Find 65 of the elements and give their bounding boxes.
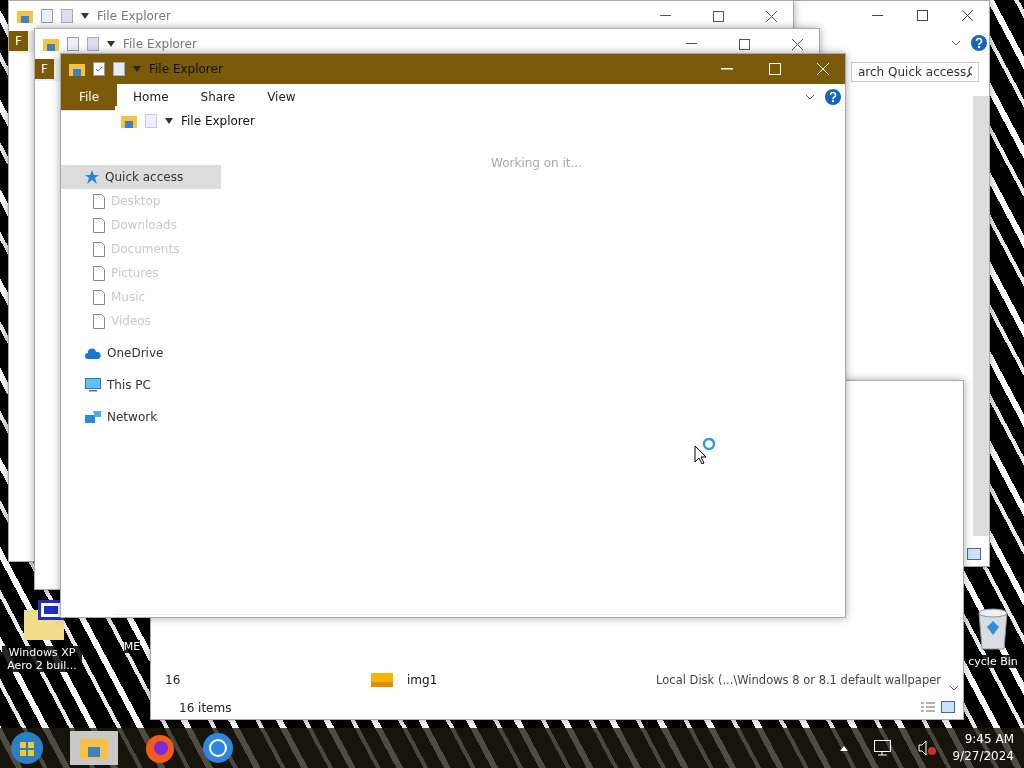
network-icon <box>85 410 101 424</box>
chevron-down-icon[interactable] <box>805 94 815 100</box>
minimize-icon[interactable] <box>686 43 697 45</box>
close-icon[interactable] <box>792 38 803 50</box>
maximize-icon[interactable] <box>917 10 928 21</box>
nav-item[interactable]: This PC <box>61 373 221 397</box>
maximize-icon[interactable] <box>713 10 724 22</box>
item-count-text: 16 <box>165 673 181 687</box>
nav-item[interactable]: Network <box>61 405 221 429</box>
ribbon-tab[interactable]: F <box>9 31 28 51</box>
file-name[interactable]: img1 <box>407 673 438 687</box>
page-icon <box>93 265 105 281</box>
browser-icon[interactable] <box>202 732 234 764</box>
folder-icon <box>121 114 137 128</box>
image-file-icon <box>371 673 393 687</box>
window-title: File Explorer <box>149 62 223 76</box>
clock-time[interactable]: 9:45 AM <box>964 731 1014 748</box>
clock-date[interactable]: 9/27/2024 <box>952 748 1014 765</box>
status-text: 16 items <box>179 701 232 715</box>
page-icon <box>93 289 105 305</box>
scrollbar[interactable] <box>973 96 989 536</box>
folder-icon <box>69 62 85 76</box>
window-title: File Explorer <box>123 37 197 51</box>
nav-item[interactable]: OneDrive <box>61 341 221 365</box>
ribbon-tab[interactable]: F <box>35 59 54 79</box>
page-icon <box>93 217 105 233</box>
page-icon <box>93 193 105 209</box>
help-icon[interactable] <box>825 89 841 105</box>
folder-icon <box>43 37 59 51</box>
thumbnails-view-icon[interactable] <box>967 548 981 560</box>
nav-item[interactable]: Quick access <box>61 165 221 189</box>
status-text: Working on it... <box>491 156 582 170</box>
minimize-icon[interactable] <box>660 15 671 17</box>
desktop-icon-label[interactable]: Windows XP Aero 2 buil... <box>2 646 82 672</box>
close-icon[interactable] <box>962 10 973 21</box>
maximize-icon[interactable] <box>739 38 750 50</box>
speaker-muted-icon[interactable] <box>918 740 937 756</box>
window-title: File Explorer <box>97 9 171 23</box>
thumbnails-view-icon[interactable] <box>941 701 955 713</box>
caret-up-icon[interactable] <box>840 745 849 751</box>
network-icon[interactable] <box>874 740 893 756</box>
page-icon <box>93 241 105 257</box>
star-icon <box>85 170 99 184</box>
monitor-icon <box>85 378 101 392</box>
help-icon[interactable] <box>971 35 987 51</box>
ribbon-tab[interactable]: File <box>61 84 118 110</box>
desktop-icon-label[interactable]: ME <box>123 640 141 653</box>
file-location: Local Disk (...\Windows 8 or 8.1 default wallpaper <box>656 673 941 687</box>
folder-icon <box>17 9 33 23</box>
page-icon <box>93 313 105 329</box>
dropdown-icon[interactable] <box>107 41 115 47</box>
start-button-icon[interactable] <box>10 731 44 765</box>
dropdown-icon[interactable] <box>165 118 173 124</box>
chevron-down-icon[interactable] <box>951 40 961 46</box>
folder-icon[interactable] <box>70 731 118 765</box>
minimize-icon[interactable] <box>872 14 883 17</box>
search-icon <box>966 66 972 78</box>
dropdown-icon[interactable] <box>81 13 89 19</box>
cloud-icon <box>85 347 101 359</box>
busy-cursor-icon <box>694 438 718 464</box>
scroll-down-icon[interactable] <box>949 685 959 691</box>
window-title: File Explorer <box>181 114 255 128</box>
search-field[interactable]: arch Quick access <box>851 62 979 82</box>
desktop-icon-label[interactable]: cycle Bin <box>968 655 1018 668</box>
close-icon[interactable] <box>766 10 777 22</box>
